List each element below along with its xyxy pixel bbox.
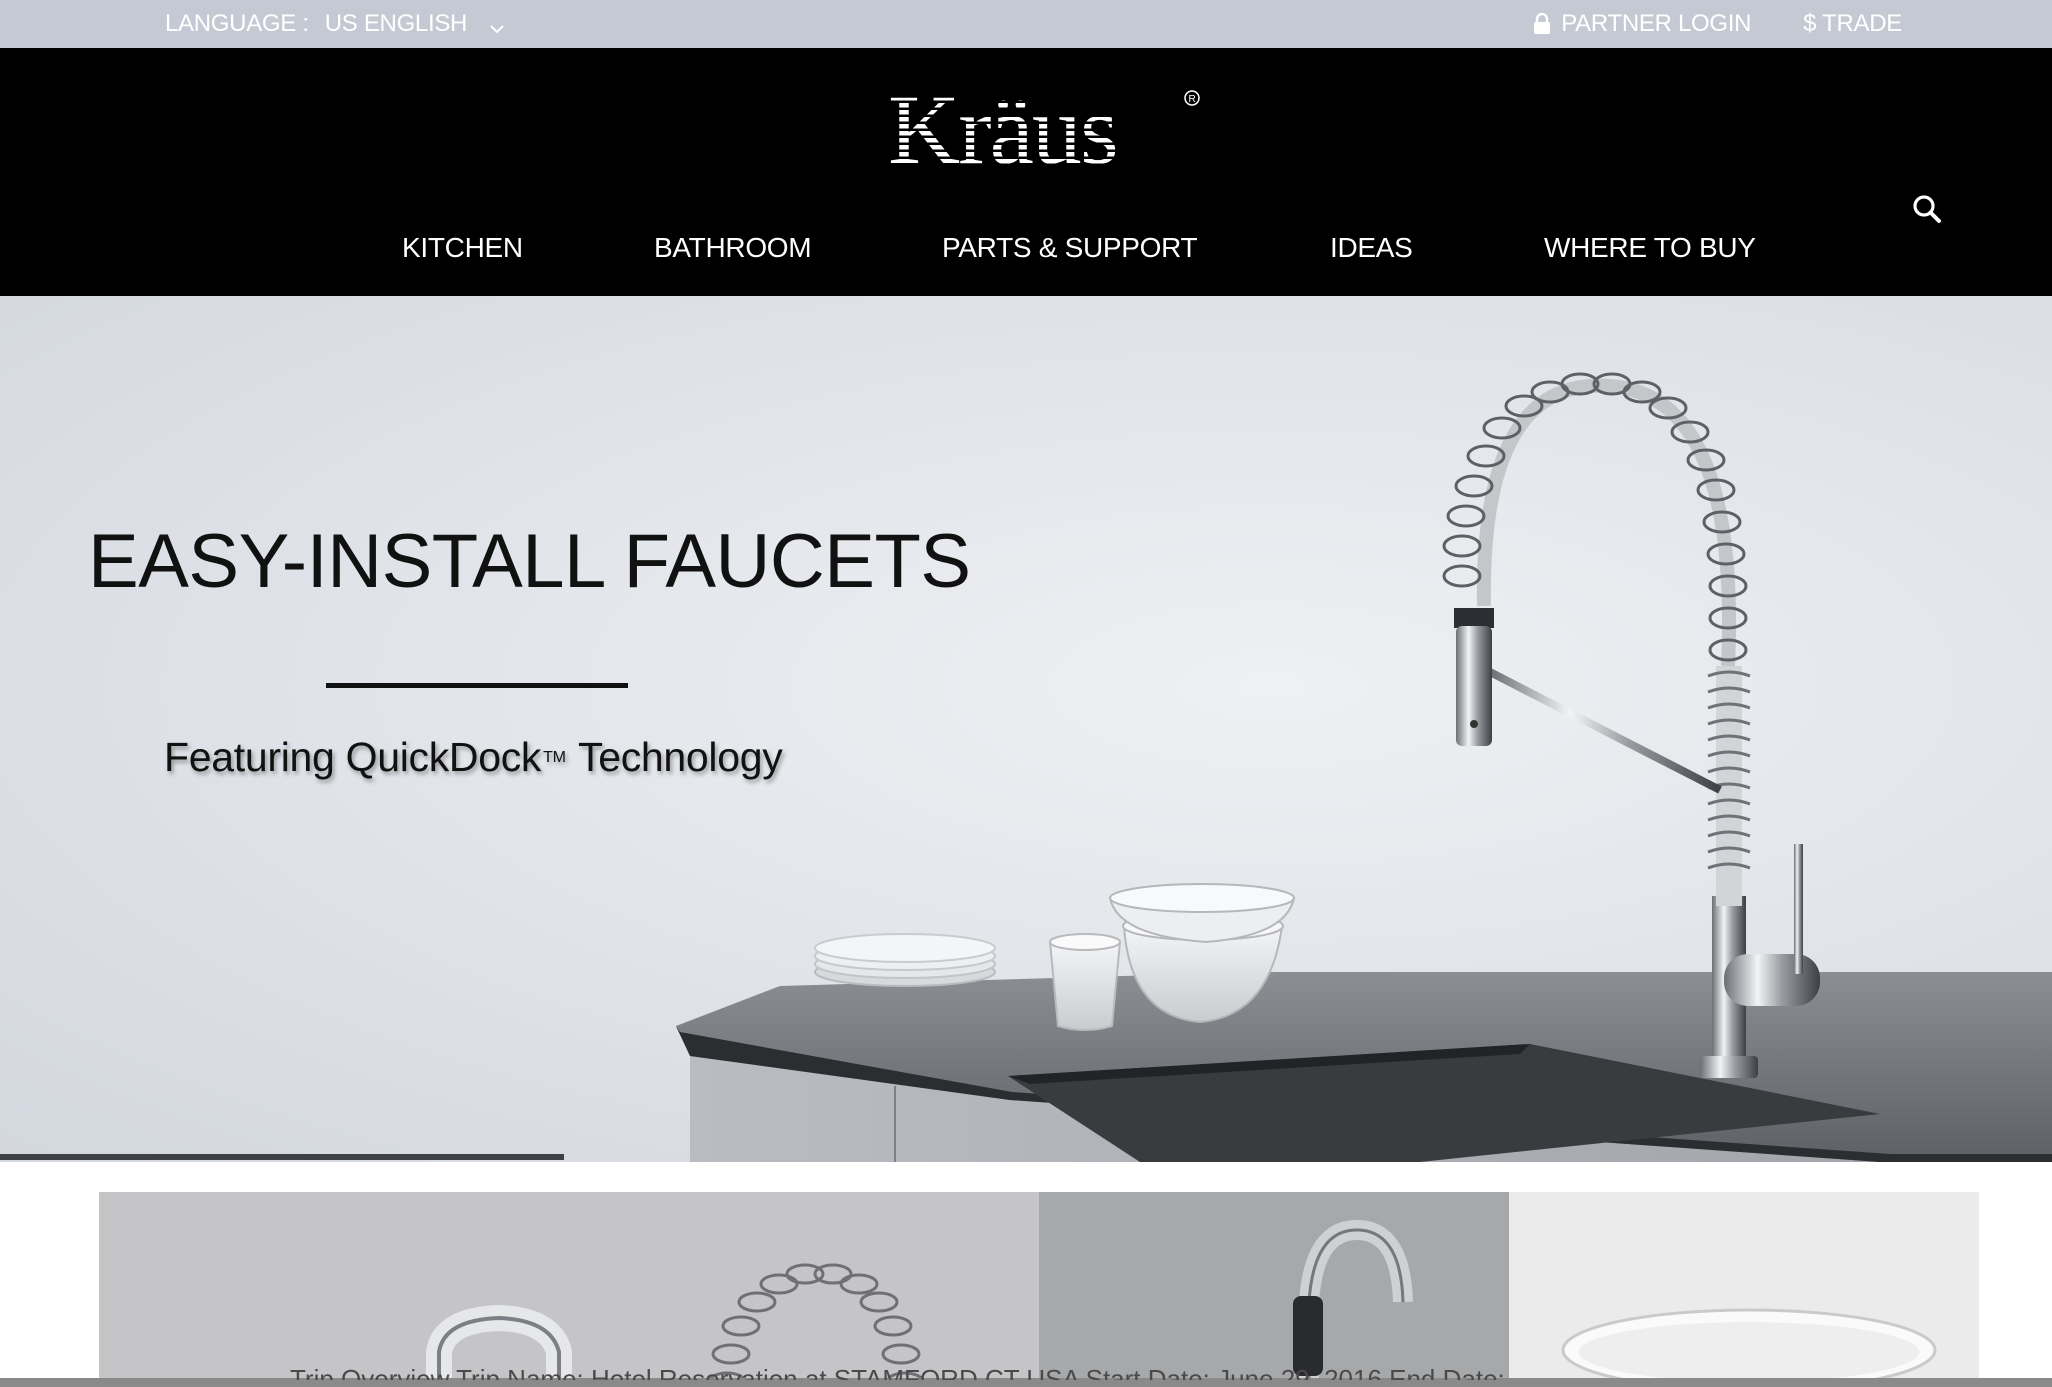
- partner-login-link[interactable]: PARTNER LOGIN: [1533, 10, 1751, 38]
- pull-down-faucet-image: [1293, 1220, 1413, 1387]
- product-tile-kitchen-faucets[interactable]: [99, 1192, 1039, 1387]
- lock-icon: [1533, 12, 1551, 35]
- trademark-symbol: TM: [543, 749, 566, 767]
- hero-banner[interactable]: EASY-INSTALL FAUCETS Featuring QuickDock…: [0, 296, 2052, 1162]
- nav-item-where-to-buy[interactable]: WHERE TO BUY: [1544, 232, 1756, 264]
- product-tiles: [99, 1192, 1979, 1387]
- search-icon[interactable]: [1912, 194, 1942, 224]
- bottom-overlay-text: Trip Overview Trip Name: Hotel Reservati…: [290, 1366, 1505, 1380]
- utility-bar: LANGUAGE : US ENGLISH PARTNER LOGIN $ TR…: [0, 0, 2052, 48]
- partner-login-label[interactable]: PARTNER LOGIN: [1561, 10, 1751, 38]
- kraus-logo[interactable]: Kräus R: [884, 68, 1204, 185]
- nav-item-parts-support[interactable]: PARTS & SUPPORT: [942, 232, 1198, 264]
- hero-subtitle: Featuring QuickDock TM Technology: [164, 734, 783, 781]
- nav-item-bathroom[interactable]: BATHROOM: [654, 232, 812, 264]
- chevron-down-icon[interactable]: [489, 16, 505, 34]
- product-tile-pull-down-faucet[interactable]: [1039, 1192, 1509, 1387]
- trade-link[interactable]: $ TRADE: [1803, 10, 1902, 38]
- hero-subtitle-text-end: Technology: [567, 734, 783, 780]
- product-tile-vessel-sink[interactable]: [1509, 1192, 1979, 1387]
- hero-subtitle-text: Featuring QuickDock: [164, 734, 542, 780]
- kitchen-faucets-image: [426, 1263, 925, 1387]
- svg-text:Kräus: Kräus: [888, 74, 1117, 178]
- language-label: LANGUAGE :: [165, 10, 309, 37]
- slide-progress-bar: [0, 1154, 564, 1160]
- hero-divider: [326, 683, 628, 688]
- site-header: Kräus R KITCHEN BATHROOM PARTS & SUPPORT…: [0, 48, 2052, 296]
- svg-text:R: R: [1189, 94, 1196, 105]
- main-nav: KITCHEN BATHROOM PARTS & SUPPORT IDEAS W…: [0, 232, 2052, 272]
- language-selector[interactable]: LANGUAGE : US ENGLISH: [165, 10, 505, 38]
- language-value[interactable]: US ENGLISH: [325, 10, 468, 38]
- nav-item-ideas[interactable]: IDEAS: [1330, 232, 1413, 264]
- utility-links: PARTNER LOGIN $ TRADE: [1533, 10, 1902, 38]
- hero-faucet-image: [676, 372, 2052, 1162]
- vessel-sink-image: [1561, 1308, 1937, 1387]
- nav-item-kitchen[interactable]: KITCHEN: [402, 232, 523, 264]
- hero-title: EASY-INSTALL FAUCETS: [88, 519, 971, 604]
